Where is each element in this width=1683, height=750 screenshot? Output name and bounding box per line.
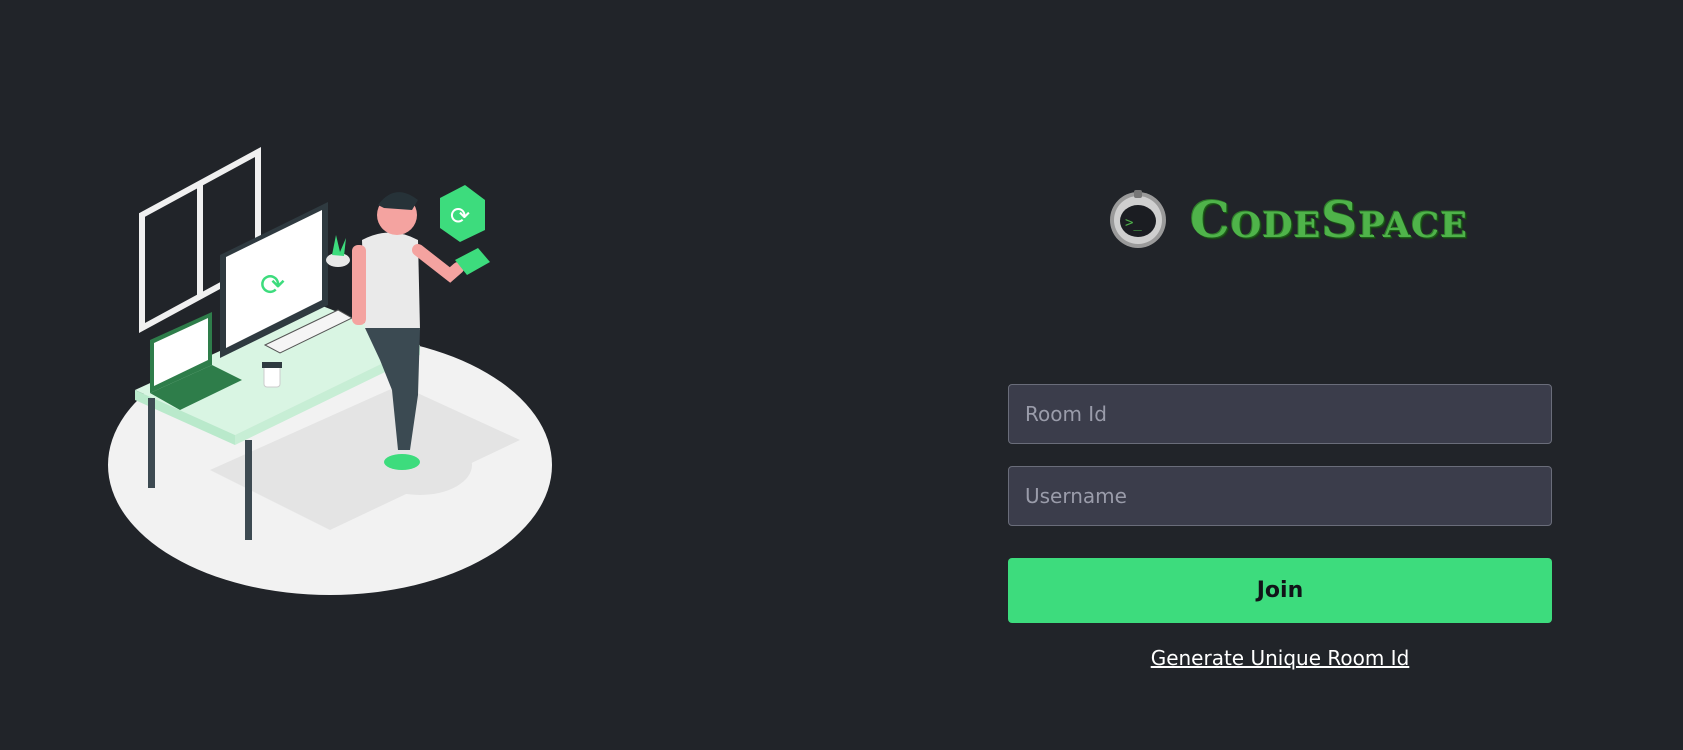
join-button[interactable]: Join [1008, 558, 1552, 623]
username-input[interactable] [1008, 466, 1552, 526]
brand-name: CodeSpace [1190, 190, 1468, 249]
workspace-illustration: ⟳ ⟳ [108, 146, 552, 595]
brand-logo: >_ CodeSpace [1100, 187, 1468, 253]
astronaut-helmet-terminal-icon: >_ [1110, 190, 1166, 248]
login-page: ⟳ ⟳ >_ CodeSpace Room Id Username Join G… [0, 0, 1683, 750]
generate-room-id-link[interactable]: Generate Unique Room Id [1008, 646, 1552, 670]
room-id-input[interactable] [1008, 384, 1552, 444]
svg-text:⟳: ⟳ [450, 202, 470, 230]
svg-text:>_: >_ [1125, 215, 1142, 231]
svg-text:⟳: ⟳ [260, 268, 285, 303]
